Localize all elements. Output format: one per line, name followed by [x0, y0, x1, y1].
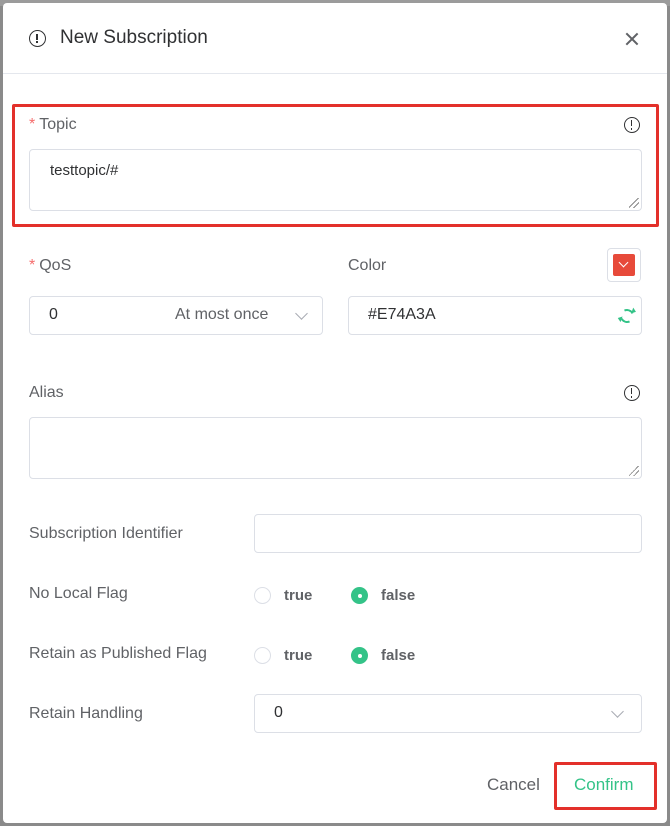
- topic-info-icon[interactable]: [624, 117, 640, 133]
- topic-textarea[interactable]: testtopic/#: [29, 149, 642, 211]
- retain-as-published-true-label[interactable]: true: [284, 647, 312, 664]
- retain-as-published-true-radio[interactable]: [254, 647, 271, 664]
- retain-as-published-false-label[interactable]: false: [381, 647, 415, 664]
- qos-description: At most once: [175, 306, 269, 323]
- retain-as-published-label: Retain as Published Flag: [29, 645, 207, 662]
- dialog-title: New Subscription: [60, 27, 208, 48]
- chevron-down-icon: [611, 705, 624, 718]
- retain-handling-select[interactable]: 0: [254, 694, 642, 733]
- retain-handling-value: 0: [274, 704, 283, 721]
- color-input[interactable]: #E74A3A: [348, 296, 642, 335]
- no-local-flag-label: No Local Flag: [29, 585, 128, 602]
- confirm-button[interactable]: Confirm: [574, 775, 634, 795]
- alias-label: Alias: [29, 384, 64, 401]
- no-local-false-radio[interactable]: [351, 587, 368, 604]
- no-local-false-label[interactable]: false: [381, 587, 415, 604]
- resize-grip[interactable]: [629, 198, 639, 208]
- exclamation-circle-icon: [29, 30, 46, 47]
- alias-info-icon[interactable]: [624, 385, 640, 401]
- resize-grip[interactable]: [629, 466, 639, 476]
- retain-as-published-false-radio[interactable]: [351, 647, 368, 664]
- close-icon[interactable]: [622, 29, 642, 49]
- color-label: Color: [348, 257, 387, 274]
- color-value: #E74A3A: [368, 306, 436, 323]
- subscription-identifier-label: Subscription Identifier: [29, 525, 183, 542]
- topic-label: * Topic: [29, 116, 77, 133]
- color-swatch: [613, 254, 635, 276]
- retain-handling-label: Retain Handling: [29, 705, 143, 722]
- qos-label: * QoS: [29, 257, 72, 274]
- topic-value: testtopic/#: [50, 162, 119, 179]
- qos-select[interactable]: 0 At most once: [29, 296, 323, 335]
- new-subscription-dialog: New Subscription * Topic testtopic/# * QoS…: [3, 3, 667, 823]
- no-local-true-label[interactable]: true: [284, 587, 312, 604]
- subscription-identifier-input[interactable]: [254, 514, 642, 553]
- dialog-header: New Subscription: [3, 3, 667, 74]
- cancel-button[interactable]: Cancel: [487, 775, 540, 795]
- no-local-true-radio[interactable]: [254, 587, 271, 604]
- chevron-down-icon: [295, 307, 308, 320]
- alias-textarea[interactable]: [29, 417, 642, 479]
- qos-value: 0: [49, 306, 58, 323]
- color-picker[interactable]: [607, 248, 641, 282]
